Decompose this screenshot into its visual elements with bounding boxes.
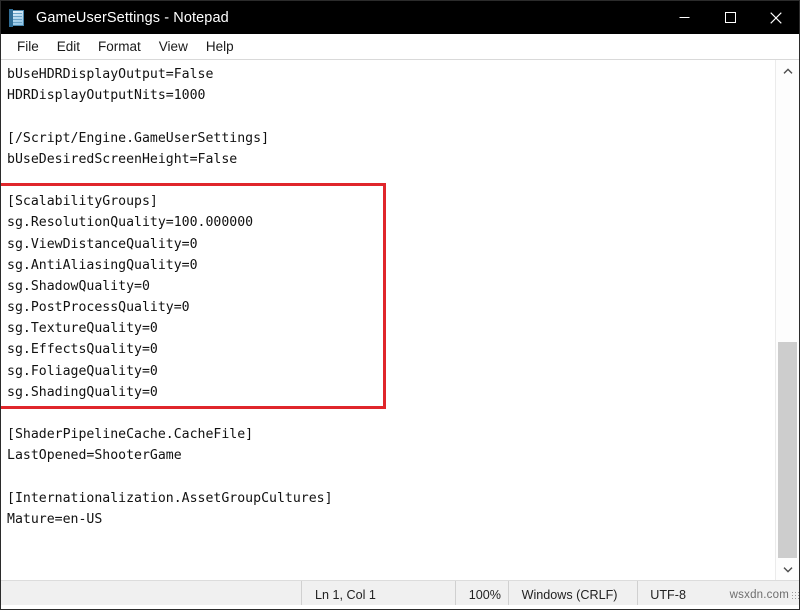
scroll-down-arrow-icon[interactable] xyxy=(776,558,799,580)
text-line xyxy=(7,106,775,127)
watermark-dots-icon xyxy=(791,591,799,599)
text-line: sg.ViewDistanceQuality=0 xyxy=(7,236,198,252)
text-line: HDRDisplayOutputNits=1000 xyxy=(7,88,206,104)
window-controls xyxy=(661,1,799,34)
text-line: [Internationalization.AssetGroupCultures… xyxy=(7,490,333,506)
close-button[interactable] xyxy=(753,1,799,34)
text-line: sg.PostProcessQuality=0 xyxy=(7,300,190,316)
editor-area: bUseHDRDisplayOutput=False HDRDisplayOut… xyxy=(1,59,799,580)
scrollbar-thumb[interactable] xyxy=(778,342,797,570)
vertical-scrollbar[interactable] xyxy=(775,60,799,580)
text-line: [ShaderPipelineCache.CacheFile] xyxy=(7,427,254,443)
title-bar[interactable]: GameUserSettings - Notepad xyxy=(1,1,799,34)
text-line: bUseDesiredScreenHeight=False xyxy=(7,151,238,167)
text-line: Mature=en-US xyxy=(7,511,103,527)
notepad-icon xyxy=(9,8,27,27)
text-line xyxy=(7,403,775,424)
bottom-cutoff-strip xyxy=(1,605,799,609)
text-line: [ScalabilityGroups] xyxy=(7,194,158,210)
menu-item-edit[interactable]: Edit xyxy=(48,37,89,57)
window-title: GameUserSettings - Notepad xyxy=(36,9,229,26)
text-line: sg.ShadowQuality=0 xyxy=(7,278,150,294)
text-editor[interactable]: bUseHDRDisplayOutput=False HDRDisplayOut… xyxy=(1,60,775,580)
text-line xyxy=(7,467,775,488)
text-line: sg.EffectsQuality=0 xyxy=(7,342,158,358)
menu-item-format[interactable]: Format xyxy=(89,37,150,57)
menu-bar: File Edit Format View Help xyxy=(1,34,799,59)
menu-item-help[interactable]: Help xyxy=(197,37,243,57)
menu-item-file[interactable]: File xyxy=(8,37,48,57)
text-line: sg.ShadingQuality=0 xyxy=(7,384,158,400)
notepad-window: GameUserSettings - Notepad File Edit For… xyxy=(0,0,800,610)
text-line: LastOpened=ShooterGame xyxy=(7,448,182,464)
text-line: [/Script/Engine.GameUserSettings] xyxy=(7,130,270,146)
text-line: bUseHDRDisplayOutput=False xyxy=(7,67,214,82)
maximize-button[interactable] xyxy=(707,1,753,34)
minimize-button[interactable] xyxy=(661,1,707,34)
text-line: sg.AntiAliasingQuality=0 xyxy=(7,257,198,273)
text-line xyxy=(7,170,775,191)
site-watermark: wsxdn.com xyxy=(730,589,799,601)
scroll-up-arrow-icon[interactable] xyxy=(776,60,799,82)
text-line: sg.ResolutionQuality=100.000000 xyxy=(7,215,254,231)
text-line: sg.FoliageQuality=0 xyxy=(7,363,158,379)
text-line: sg.TextureQuality=0 xyxy=(7,321,158,337)
watermark-text: wsxdn.com xyxy=(729,589,789,601)
menu-item-view[interactable]: View xyxy=(150,37,197,57)
